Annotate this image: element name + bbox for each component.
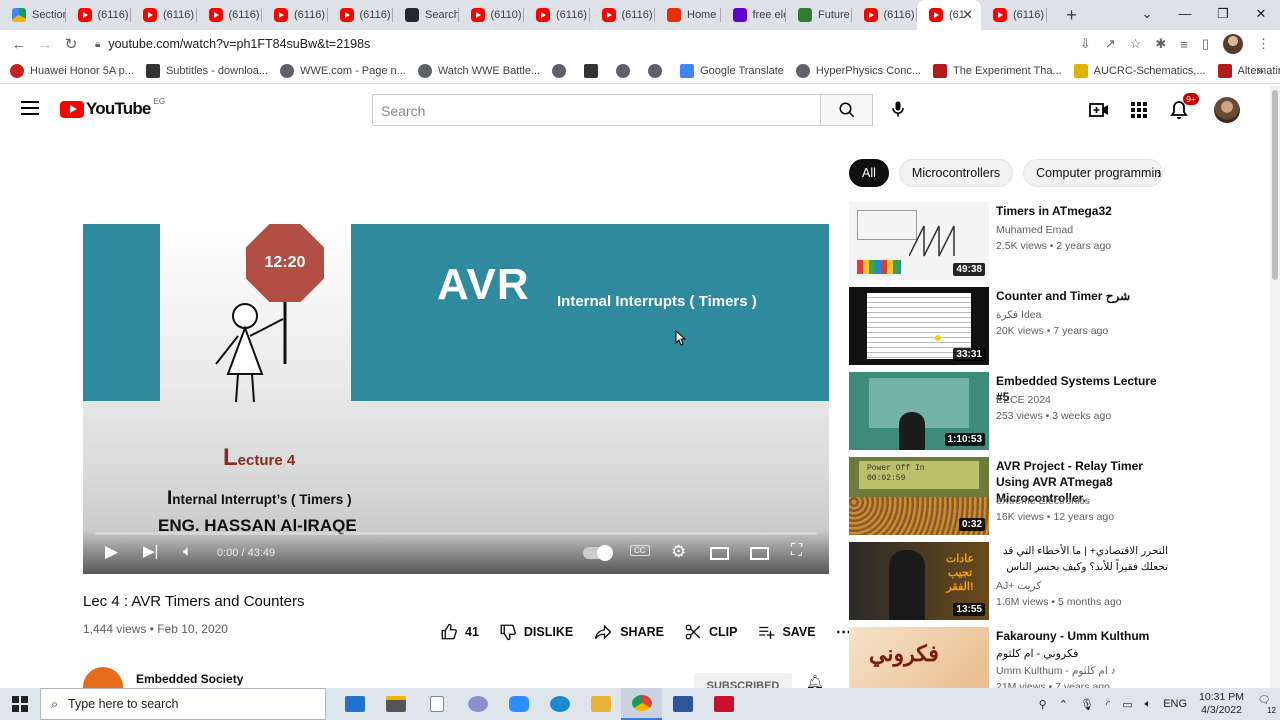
recommendation-title[interactable]: التحرر الاقتصادي+ | ما الأخطاء التي قد ت…	[996, 543, 1168, 575]
recommendation-thumbnail[interactable]: فكروني	[849, 627, 989, 688]
taskbar-search-input[interactable]: ⌕ Type here to search	[40, 688, 326, 720]
clock-date: 4/3/2022	[1201, 704, 1242, 716]
speaker-icon[interactable]: 🔈︎	[1145, 698, 1152, 711]
duration-badge: 49:38	[953, 263, 985, 276]
thumbnail-art: Power Off In 00:02:59	[859, 461, 979, 489]
recommendation-thumbnail[interactable]: 1:10:53	[849, 372, 989, 450]
recommendation-channel[interactable]: EECE 2024	[996, 394, 1051, 406]
recommendation-channel[interactable]: eXtreme Electronics	[996, 495, 1090, 507]
taskbar-search-placeholder: Type here to search	[68, 697, 179, 711]
screen-app-icon[interactable]	[457, 688, 498, 720]
recommendation-channel[interactable]: Muhamed Emad	[996, 224, 1073, 236]
recommendation-meta: 1.6M views • 5 months ago	[996, 596, 1122, 608]
recommendation-channel[interactable]: فكرة Idea	[996, 309, 1041, 321]
word-app-icon[interactable]	[662, 688, 703, 720]
thumbnail-lcd-line-2: 00:02:59	[867, 474, 906, 483]
taskbar-apps	[334, 688, 744, 720]
thumbnail-art	[857, 260, 901, 274]
recommendation-item[interactable]: 33:31 Counter and Timer شرح فكرة Idea 20K v…	[849, 287, 1169, 367]
duration-badge: 0:32	[958, 518, 985, 531]
store-app-icon[interactable]	[375, 688, 416, 720]
recommendation-channel[interactable]: Umm Kulthum - ام كلثوم ♪	[996, 665, 1116, 677]
people-icon[interactable]: ⚲	[1039, 698, 1047, 711]
thumbnail-art	[935, 335, 941, 341]
page-scrollbar[interactable]	[1270, 86, 1280, 688]
chrome-app-icon[interactable]	[621, 688, 662, 720]
acrobat-app-icon[interactable]	[703, 688, 744, 720]
recommendations-list: 49:38 Timers in ATmega32 Muhamed Emad 2.5K …	[0, 0, 1270, 688]
zoom-app-icon[interactable]	[498, 688, 539, 720]
battery-icon[interactable]: ▭	[1122, 698, 1132, 711]
recommendation-meta: 253 views • 3 weeks ago	[996, 410, 1112, 422]
recommendation-meta: 2.5K views • 2 years ago	[996, 240, 1112, 252]
thumbnail-caption: عادات تجيب الفقر!	[945, 553, 975, 593]
file-explorer-icon[interactable]	[580, 688, 621, 720]
recommendation-title[interactable]: Counter and Timer شرح	[996, 288, 1168, 304]
thumbnail-art	[889, 550, 925, 620]
recommendation-item[interactable]: عادات تجيب الفقر! 13:55 التحرر الاقتصادي+ …	[849, 542, 1169, 622]
mic-tray-icon[interactable]: 🎙︎	[1080, 698, 1094, 711]
notepad-app-icon[interactable]	[416, 688, 457, 720]
thumbnail-art	[909, 225, 955, 257]
recommendation-title[interactable]: Fakarouny - Umm Kulthum	[996, 628, 1168, 644]
recommendation-item[interactable]: 1:10:53 Embedded Systems Lecture #5 EECE 2…	[849, 372, 1169, 452]
taskbar-clock[interactable]: 10:31 PM 4/3/2022	[1199, 691, 1244, 717]
recommendation-meta: 21M views • 7 years ago	[996, 681, 1110, 688]
recommendation-meta: 20K views • 7 years ago	[996, 325, 1109, 337]
wifi-icon[interactable]: ◜	[1106, 698, 1110, 711]
duration-badge: 33:31	[953, 348, 985, 361]
language-indicator[interactable]: ENG	[1163, 698, 1187, 710]
recommendation-item[interactable]: فكروني Fakarouny - Umm Kulthum فكروني - ام…	[849, 627, 1169, 688]
thumbnail-art	[857, 210, 917, 240]
windows-taskbar: ⌕ Type here to search ⚲ ⌃ 🎙︎ ◜ ▭ 🔈︎ ENG 1…	[0, 688, 1280, 720]
thumbnail-art	[899, 412, 925, 450]
recommendation-channel[interactable]: AJ+ كريت	[996, 580, 1041, 592]
thumbnail-caption: فكروني	[869, 641, 939, 666]
action-center-count: 12	[1267, 706, 1276, 715]
recommendation-subtitle: فكروني - ام كلثوم	[996, 648, 1079, 660]
recommendation-thumbnail[interactable]: 49:38	[849, 202, 989, 280]
recommendation-title[interactable]: Timers in ATmega32	[996, 203, 1168, 219]
recommendation-thumbnail[interactable]: عادات تجيب الفقر! 13:55	[849, 542, 989, 620]
recommendation-item[interactable]: Power Off In 00:02:59 0:32 AVR Project - Re…	[849, 457, 1169, 537]
duration-badge: 1:10:53	[944, 433, 985, 446]
edge-app-icon[interactable]	[539, 688, 580, 720]
recommendation-thumbnail[interactable]: 33:31	[849, 287, 989, 365]
mail-app-icon[interactable]	[334, 688, 375, 720]
recommendation-thumbnail[interactable]: Power Off In 00:02:59 0:32	[849, 457, 989, 535]
recommendation-item[interactable]: 49:38 Timers in ATmega32 Muhamed Emad 2.5K …	[849, 202, 1169, 282]
duration-badge: 13:55	[953, 603, 985, 616]
windows-start-icon[interactable]	[0, 696, 40, 712]
action-center-icon[interactable]: 🗨︎ 12	[1254, 695, 1276, 715]
system-tray: ⚲ ⌃ 🎙︎ ◜ ▭ 🔈︎ ENG 10:31 PM 4/3/2022	[1039, 688, 1244, 720]
tray-overflow-icon[interactable]: ⌃	[1059, 698, 1068, 711]
clock-time: 10:31 PM	[1199, 691, 1244, 703]
thumbnail-lcd-line-1: Power Off In	[867, 464, 925, 473]
recommendation-meta: 16K views • 12 years ago	[996, 511, 1115, 523]
taskbar-search-icon: ⌕	[51, 696, 59, 711]
